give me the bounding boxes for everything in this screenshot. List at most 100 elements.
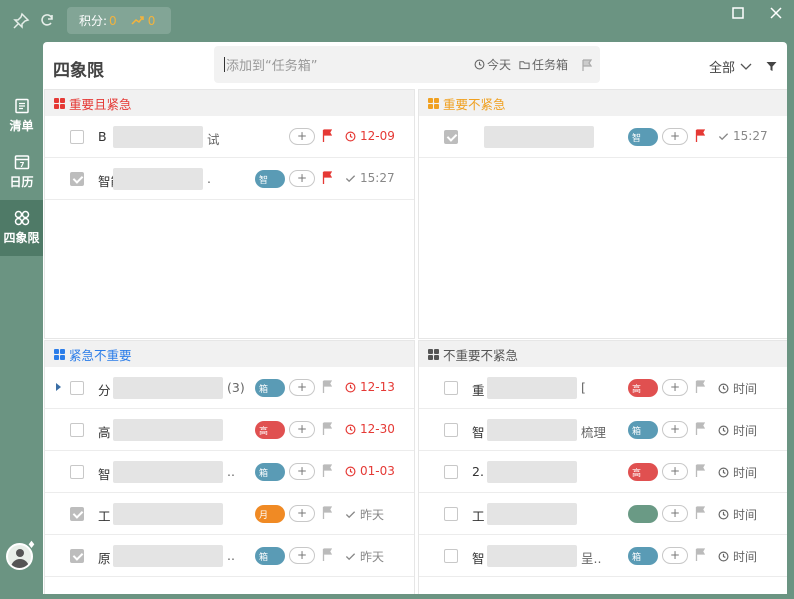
pin-icon[interactable] bbox=[12, 12, 30, 30]
due-date[interactable]: 15:27 bbox=[345, 171, 395, 185]
task-title[interactable]: 工 bbox=[472, 506, 485, 525]
score-widget[interactable]: 积分: 0 0 bbox=[67, 7, 171, 34]
task-title[interactable]: 智 bbox=[472, 548, 485, 567]
due-date[interactable]: 时间 bbox=[718, 548, 757, 565]
add-task-input[interactable]: 添加到“任务箱” 今天 任务箱 bbox=[214, 46, 600, 83]
task-row[interactable]: 分 (3) 箱 +12-13 bbox=[45, 367, 414, 409]
task-title[interactable]: 工 bbox=[98, 506, 111, 525]
task-checkbox[interactable] bbox=[70, 465, 84, 479]
list-tag-badge[interactable] bbox=[628, 505, 658, 523]
task-checkbox[interactable] bbox=[444, 465, 458, 479]
task-title[interactable]: 智 bbox=[472, 422, 485, 441]
today-button[interactable]: 今天 bbox=[474, 56, 511, 73]
priority-flag-button[interactable] bbox=[582, 58, 592, 71]
task-checkbox[interactable] bbox=[444, 423, 458, 437]
list-tag-badge[interactable]: 箱 bbox=[255, 463, 285, 481]
task-checkbox[interactable] bbox=[444, 507, 458, 521]
task-title[interactable]: 重 bbox=[472, 380, 485, 399]
list-tag-badge[interactable]: 高 bbox=[255, 421, 285, 439]
due-date[interactable]: 昨天 bbox=[345, 506, 384, 523]
add-subtask-button[interactable]: + bbox=[289, 463, 315, 480]
task-title[interactable]: 智 bbox=[98, 464, 111, 483]
list-tag-badge[interactable]: 箱 bbox=[628, 421, 658, 439]
task-row[interactable]: 智 梳理 箱 + 时间 bbox=[419, 409, 787, 451]
flag-icon[interactable] bbox=[322, 380, 333, 394]
filter-icon[interactable] bbox=[766, 61, 777, 72]
task-title[interactable]: 分 bbox=[98, 380, 111, 399]
due-date[interactable]: 15:27 bbox=[718, 129, 768, 143]
task-row[interactable]: 工 月 + 昨天 bbox=[45, 493, 414, 535]
add-subtask-button[interactable]: + bbox=[662, 463, 688, 480]
flag-icon[interactable] bbox=[695, 129, 706, 143]
flag-icon[interactable] bbox=[322, 422, 333, 436]
list-tag-badge[interactable]: 智 bbox=[628, 128, 658, 146]
list-tag-badge[interactable]: 箱 bbox=[255, 379, 285, 397]
task-row[interactable]: 原.. 箱 + 昨天 bbox=[45, 535, 414, 577]
add-subtask-button[interactable]: + bbox=[662, 128, 688, 145]
flag-icon[interactable] bbox=[322, 171, 333, 185]
inbox-button[interactable]: 任务箱 bbox=[519, 56, 568, 73]
task-row[interactable]: 2. 高 + 时间 bbox=[419, 451, 787, 493]
add-subtask-button[interactable]: + bbox=[289, 379, 315, 396]
add-subtask-button[interactable]: + bbox=[662, 421, 688, 438]
task-checkbox[interactable] bbox=[444, 381, 458, 395]
due-date[interactable]: 时间 bbox=[718, 422, 757, 439]
task-title[interactable]: B bbox=[98, 129, 107, 144]
list-tag-badge[interactable]: 智 bbox=[255, 170, 285, 188]
flag-icon[interactable] bbox=[695, 464, 706, 478]
flag-icon[interactable] bbox=[322, 506, 333, 520]
add-subtask-button[interactable]: + bbox=[289, 421, 315, 438]
due-date[interactable]: 12-13 bbox=[345, 380, 395, 394]
flag-icon[interactable] bbox=[322, 129, 333, 143]
sync-icon[interactable] bbox=[38, 11, 56, 29]
flag-icon[interactable] bbox=[695, 380, 706, 394]
task-row[interactable]: B 试 +12-09 bbox=[45, 116, 414, 158]
task-checkbox[interactable] bbox=[70, 507, 84, 521]
list-tag-badge[interactable]: 箱 bbox=[628, 547, 658, 565]
task-row[interactable]: 智 +15:27 bbox=[419, 116, 787, 158]
task-row[interactable]: 智 呈.. 箱 + 时间 bbox=[419, 535, 787, 577]
task-checkbox[interactable] bbox=[70, 130, 84, 144]
due-date[interactable]: 时间 bbox=[718, 506, 757, 523]
add-subtask-button[interactable]: + bbox=[289, 170, 315, 187]
task-row[interactable]: 高高 +12-30 bbox=[45, 409, 414, 451]
flag-icon[interactable] bbox=[695, 548, 706, 562]
task-title[interactable]: 高 bbox=[98, 422, 111, 441]
add-subtask-button[interactable]: + bbox=[289, 128, 315, 145]
add-subtask-button[interactable]: + bbox=[289, 547, 315, 564]
task-checkbox[interactable] bbox=[444, 130, 458, 144]
due-date[interactable]: 时间 bbox=[718, 380, 757, 397]
add-subtask-button[interactable]: + bbox=[662, 379, 688, 396]
add-subtask-button[interactable]: + bbox=[662, 505, 688, 522]
task-row[interactable]: 重 [高 + 时间 bbox=[419, 367, 787, 409]
due-date[interactable]: 昨天 bbox=[345, 548, 384, 565]
due-date[interactable]: 时间 bbox=[718, 464, 757, 481]
due-date[interactable]: 12-09 bbox=[345, 129, 395, 143]
list-tag-badge[interactable]: 箱 bbox=[255, 547, 285, 565]
sidebar-item-quadrant[interactable]: 四象限 bbox=[0, 200, 43, 256]
sidebar-item-list[interactable]: 清单 bbox=[0, 88, 43, 144]
list-tag-badge[interactable]: 月 bbox=[255, 505, 285, 523]
task-checkbox[interactable] bbox=[444, 549, 458, 563]
sidebar-item-calendar[interactable]: 7 日历 bbox=[0, 144, 43, 200]
due-date[interactable]: 12-30 bbox=[345, 422, 395, 436]
close-icon[interactable] bbox=[767, 5, 785, 23]
expand-arrow-icon[interactable] bbox=[56, 383, 61, 391]
task-row[interactable]: 工 + 时间 bbox=[419, 493, 787, 535]
list-tag-badge[interactable]: 高 bbox=[628, 379, 658, 397]
task-checkbox[interactable] bbox=[70, 381, 84, 395]
flag-icon[interactable] bbox=[322, 548, 333, 562]
list-tag-badge[interactable]: 高 bbox=[628, 463, 658, 481]
filter-dropdown[interactable]: 全部 bbox=[709, 57, 777, 76]
add-subtask-button[interactable]: + bbox=[289, 505, 315, 522]
maximize-icon[interactable] bbox=[729, 5, 747, 23]
flag-icon[interactable] bbox=[695, 422, 706, 436]
task-title[interactable]: 原 bbox=[98, 548, 111, 567]
task-checkbox[interactable] bbox=[70, 172, 84, 186]
flag-icon[interactable] bbox=[322, 464, 333, 478]
flag-icon[interactable] bbox=[695, 506, 706, 520]
add-subtask-button[interactable]: + bbox=[662, 547, 688, 564]
task-row[interactable]: 智能. 智 +15:27 bbox=[45, 158, 414, 200]
task-title[interactable]: 2. bbox=[472, 464, 484, 479]
due-date[interactable]: 01-03 bbox=[345, 464, 395, 478]
